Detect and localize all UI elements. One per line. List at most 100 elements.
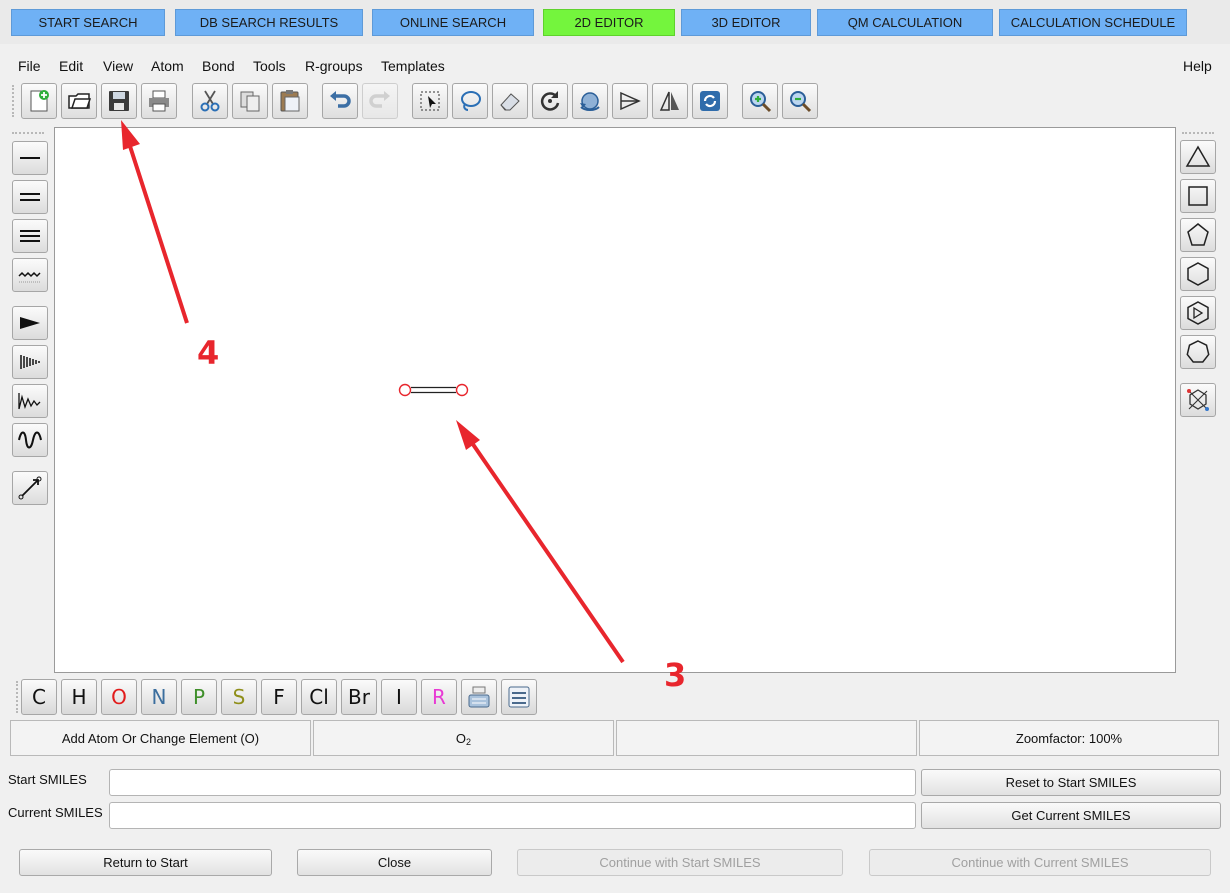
- double-bond-icon: [20, 193, 40, 201]
- return-to-start-button[interactable]: Return to Start: [19, 849, 272, 876]
- flip-horizontal-button[interactable]: [612, 83, 648, 119]
- tab-online-search[interactable]: ONLINE SEARCH: [372, 9, 534, 36]
- open-button[interactable]: [61, 83, 97, 119]
- wedge-bond-icon: [20, 317, 40, 329]
- menu-edit[interactable]: Edit: [59, 58, 83, 74]
- menu-view[interactable]: View: [103, 58, 133, 74]
- element-list-button[interactable]: [501, 679, 537, 715]
- reset-to-start-smiles-button[interactable]: Reset to Start SMILES: [921, 769, 1221, 796]
- oxygen-atom-right[interactable]: [455, 383, 469, 397]
- menu-tools[interactable]: Tools: [253, 58, 286, 74]
- zoom-out-button[interactable]: [782, 83, 818, 119]
- triple-bond-button[interactable]: [12, 219, 48, 253]
- menu-bond[interactable]: Bond: [202, 58, 235, 74]
- tab-db-search-results[interactable]: DB SEARCH RESULTS: [175, 9, 363, 36]
- element-i-button[interactable]: I: [381, 679, 417, 715]
- single-bond-icon: [20, 157, 40, 159]
- tab-calculation-schedule[interactable]: CALCULATION SCHEDULE: [999, 9, 1187, 36]
- drawing-canvas[interactable]: [54, 127, 1176, 673]
- copy-button[interactable]: [232, 83, 268, 119]
- close-button[interactable]: Close: [297, 849, 492, 876]
- hash-bond-button[interactable]: [12, 345, 48, 379]
- template-button[interactable]: [1180, 383, 1216, 417]
- element-s-button[interactable]: S: [221, 679, 257, 715]
- chain-icon: [18, 476, 42, 500]
- cyclohexane-button[interactable]: [1180, 257, 1216, 291]
- any-bond-button[interactable]: [12, 258, 48, 292]
- redo-icon: [369, 91, 390, 108]
- status-zoom: Zoomfactor: 100%: [919, 720, 1219, 756]
- current-smiles-input[interactable]: [109, 802, 916, 829]
- flip-vertical-button[interactable]: [652, 83, 688, 119]
- oxygen-atom-left[interactable]: [398, 383, 412, 397]
- eraser-icon: [500, 93, 520, 111]
- menu-r-groups[interactable]: R-groups: [305, 58, 363, 74]
- tab-start-search[interactable]: START SEARCH: [11, 9, 165, 36]
- element-r-label: R: [432, 685, 446, 709]
- wedge-bond-button[interactable]: [12, 306, 48, 340]
- zoom-in-button[interactable]: [742, 83, 778, 119]
- flip-vertical-icon: [659, 91, 679, 111]
- element-bar-grip[interactable]: [16, 681, 18, 713]
- cyclopentane-button[interactable]: [1180, 218, 1216, 252]
- single-bond-button[interactable]: [12, 141, 48, 175]
- toolbar-grip[interactable]: [12, 85, 14, 117]
- element-c-button[interactable]: C: [21, 679, 57, 715]
- continue-with-current-smiles-button[interactable]: Continue with Current SMILES: [869, 849, 1211, 876]
- print-icon: [149, 90, 169, 112]
- element-s-label: S: [232, 685, 246, 709]
- curly-bond-button[interactable]: [12, 423, 48, 457]
- tab-qm-calculation[interactable]: QM CALCULATION: [817, 9, 993, 36]
- paste-button[interactable]: [272, 83, 308, 119]
- start-smiles-input[interactable]: [109, 769, 916, 796]
- save-button[interactable]: [101, 83, 137, 119]
- lasso-button[interactable]: [452, 83, 488, 119]
- cyclobutane-button[interactable]: [1180, 179, 1216, 213]
- redo-button[interactable]: [362, 83, 398, 119]
- element-h-button[interactable]: H: [61, 679, 97, 715]
- new-button[interactable]: [21, 83, 57, 119]
- element-br-button[interactable]: Br: [341, 679, 377, 715]
- menu-help[interactable]: Help: [1183, 58, 1212, 74]
- move-button[interactable]: [572, 83, 608, 119]
- menu-file[interactable]: File: [18, 58, 41, 74]
- element-f-button[interactable]: F: [261, 679, 297, 715]
- benzene-icon: [1187, 301, 1209, 325]
- menu-templates[interactable]: Templates: [381, 58, 445, 74]
- chain-button[interactable]: [12, 471, 48, 505]
- rotate-icon: [540, 91, 560, 111]
- select-button[interactable]: [412, 83, 448, 119]
- rotate-button[interactable]: [532, 83, 568, 119]
- tab-2d-editor[interactable]: 2D EDITOR: [543, 9, 675, 36]
- flip-horizontal-icon: [620, 91, 641, 111]
- benzene-button[interactable]: [1180, 296, 1216, 330]
- cycloheptane-button[interactable]: [1180, 335, 1216, 369]
- right-toolbar-grip[interactable]: [1182, 132, 1214, 134]
- clean-button[interactable]: [692, 83, 728, 119]
- wavy-bond-button[interactable]: [12, 384, 48, 418]
- menu-atom[interactable]: Atom: [151, 58, 184, 74]
- tab-3d-editor[interactable]: 3D EDITOR: [681, 9, 811, 36]
- element-n-button[interactable]: N: [141, 679, 177, 715]
- element-r-button[interactable]: R: [421, 679, 457, 715]
- undo-icon: [330, 91, 351, 108]
- cut-button[interactable]: [192, 83, 228, 119]
- double-bond[interactable]: [411, 386, 456, 394]
- eraser-button[interactable]: [492, 83, 528, 119]
- double-bond-button[interactable]: [12, 180, 48, 214]
- status-formula: O2: [313, 720, 614, 756]
- element-p-button[interactable]: P: [181, 679, 217, 715]
- zoom-out-icon: [790, 91, 812, 113]
- left-toolbar-grip[interactable]: [12, 132, 44, 134]
- menu-bar: File Edit View Atom Bond Tools R-groups …: [0, 52, 1230, 78]
- periodic-table-button[interactable]: [461, 679, 497, 715]
- continue-with-start-smiles-button[interactable]: Continue with Start SMILES: [517, 849, 843, 876]
- print-button[interactable]: [141, 83, 177, 119]
- annotation-label-4: 4: [197, 334, 220, 372]
- undo-button[interactable]: [322, 83, 358, 119]
- get-current-smiles-button[interactable]: Get Current SMILES: [921, 802, 1221, 829]
- cyclopropane-button[interactable]: [1180, 140, 1216, 174]
- element-cl-button[interactable]: Cl: [301, 679, 337, 715]
- element-o-button[interactable]: O: [101, 679, 137, 715]
- cut-icon: [200, 90, 220, 112]
